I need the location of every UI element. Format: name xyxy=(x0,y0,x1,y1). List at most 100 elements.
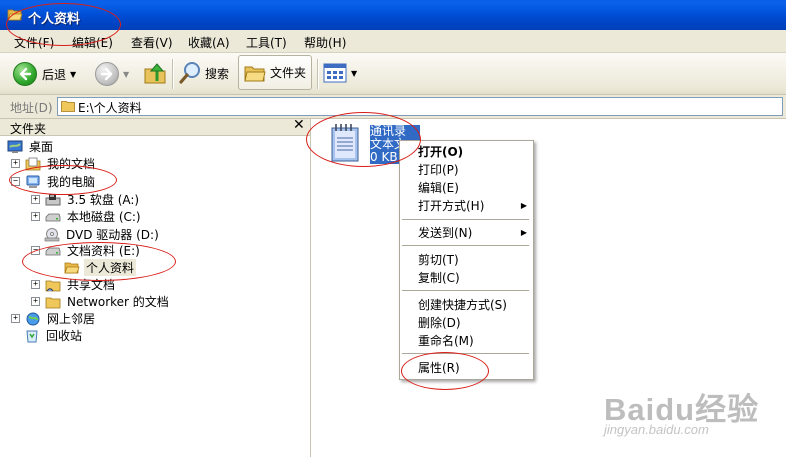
expand-icon[interactable]: + xyxy=(31,297,40,306)
address-bar: 地址(D) E:\个人资料 xyxy=(0,95,786,119)
collapse-icon[interactable]: − xyxy=(11,177,20,186)
menu-edit[interactable]: 编辑(E) xyxy=(72,34,113,51)
collapse-icon[interactable]: − xyxy=(31,246,40,255)
views-button[interactable]: ▼ xyxy=(323,63,357,83)
back-arrow-icon xyxy=(13,62,37,86)
context-menu: 打开(O) 打印(P) 编辑(E) 打开方式(H) ▶ 发送到(N) ▶ 剪切(… xyxy=(399,140,534,380)
tree-label: DVD 驱动器 (D:) xyxy=(66,228,159,242)
tree-label: Networker 的文档 xyxy=(67,295,169,309)
my-documents-icon xyxy=(25,157,41,170)
folder-pane-header: 文件夹 ✕ xyxy=(0,117,310,136)
up-folder-button[interactable] xyxy=(143,61,167,85)
submenu-arrow-icon: ▶ xyxy=(520,201,527,210)
tree-label: 共享文档 xyxy=(67,278,116,292)
forward-dropdown-icon[interactable]: ▼ xyxy=(123,70,129,79)
views-dropdown-icon[interactable]: ▼ xyxy=(351,69,357,78)
tree-label: 回收站 xyxy=(46,329,83,343)
hard-drive-icon xyxy=(45,213,61,221)
computer-icon xyxy=(26,175,40,188)
folders-label: 文件夹 xyxy=(270,66,307,80)
expand-icon[interactable]: + xyxy=(31,280,40,289)
menu-file[interactable]: 文件(F) xyxy=(14,34,54,51)
menu-item-properties[interactable]: 属性(R) xyxy=(418,360,460,376)
shared-folder-icon xyxy=(45,280,61,291)
menu-item-send-to[interactable]: 发送到(N) xyxy=(418,225,472,241)
expand-icon[interactable]: + xyxy=(11,314,20,323)
menu-bar: 文件(F) 编辑(E) 查看(V) 收藏(A) 工具(T) 帮助(H) xyxy=(0,30,786,53)
menu-separator xyxy=(402,290,529,291)
tree-item-desktop[interactable]: 桌面 xyxy=(7,138,55,155)
menu-item-print[interactable]: 打印(P) xyxy=(418,162,459,178)
expand-icon[interactable]: + xyxy=(31,195,40,204)
tree-label: 本地磁盘 (C:) xyxy=(67,210,141,224)
notepad-file-icon[interactable] xyxy=(329,123,361,163)
folder-icon xyxy=(45,297,61,308)
forward-button[interactable]: ▼ xyxy=(95,62,129,86)
folder-open-icon xyxy=(7,9,23,21)
menu-tools[interactable]: 工具(T) xyxy=(246,34,287,51)
search-button[interactable]: 搜索 xyxy=(178,61,229,85)
submenu-arrow-icon: ▶ xyxy=(520,228,527,237)
tree-item-network-places[interactable]: + 网上邻居 xyxy=(11,310,97,327)
toolbar-separator xyxy=(172,59,174,89)
back-label: 后退 xyxy=(42,67,67,82)
menu-favorites[interactable]: 收藏(A) xyxy=(188,34,230,51)
tree-item-drive-e[interactable]: − 文档资料 (E:) xyxy=(31,242,142,259)
views-grid-icon xyxy=(323,63,347,83)
window-title: 个人资料 xyxy=(28,12,81,27)
folder-icon xyxy=(244,66,266,81)
tree-label: 3.5 软盘 (A:) xyxy=(67,193,140,207)
tree-label: 个人资料 xyxy=(84,259,137,276)
dvd-drive-icon xyxy=(44,227,60,241)
tree-item-my-documents[interactable]: + 我的文档 xyxy=(11,155,97,172)
tree-label: 桌面 xyxy=(29,140,54,154)
tree-item-dvd-drive[interactable]: DVD 驱动器 (D:) xyxy=(44,226,161,243)
title-bar[interactable]: 个人资料 xyxy=(0,0,786,30)
tree-item-networker-documents[interactable]: + Networker 的文档 xyxy=(31,293,171,310)
forward-arrow-icon xyxy=(95,62,119,86)
close-icon[interactable]: ✕ xyxy=(293,117,305,133)
tree-item-my-computer[interactable]: − 我的电脑 xyxy=(11,173,97,190)
expand-icon[interactable]: + xyxy=(31,212,40,221)
network-globe-icon xyxy=(26,312,40,325)
watermark-url: jingyan.baidu.com xyxy=(604,422,709,437)
tree-item-recycle-bin[interactable]: 回收站 xyxy=(24,327,84,344)
expand-icon[interactable]: + xyxy=(11,159,20,168)
menu-view[interactable]: 查看(V) xyxy=(131,34,173,51)
address-input[interactable]: E:\个人资料 xyxy=(57,97,783,116)
folder-open-icon xyxy=(64,262,80,273)
tree-label: 我的文档 xyxy=(47,157,96,171)
back-button[interactable]: 后退 ▼ xyxy=(13,62,76,86)
search-icon xyxy=(179,62,200,84)
hard-drive-icon xyxy=(45,247,61,255)
tree-item-floppy[interactable]: + 3.5 软盘 (A:) xyxy=(31,191,141,208)
tree-item-shared-documents[interactable]: + 共享文档 xyxy=(31,276,117,293)
tree-label: 网上邻居 xyxy=(47,312,96,326)
up-folder-icon xyxy=(144,63,166,84)
back-dropdown-icon[interactable]: ▼ xyxy=(70,70,76,79)
tree-item-personal-data[interactable]: 个人资料 xyxy=(64,259,137,276)
menu-help[interactable]: 帮助(H) xyxy=(304,34,346,51)
menu-separator xyxy=(402,353,529,354)
recycle-bin-icon xyxy=(26,330,38,342)
desktop-icon xyxy=(7,140,23,153)
baidu-watermark: Baidu经验 jingyan.baidu.com xyxy=(604,384,784,454)
search-label: 搜索 xyxy=(205,66,230,81)
floppy-drive-icon xyxy=(45,193,61,205)
folder-tree-pane: 文件夹 ✕ 桌面 + 我的文档 − 我的电脑 + 3.5 软盘 (A:) + 本… xyxy=(0,117,311,457)
folder-pane-title: 文件夹 xyxy=(10,122,47,136)
menu-item-copy[interactable]: 复制(C) xyxy=(418,270,460,286)
menu-separator xyxy=(402,245,529,246)
menu-item-open[interactable]: 打开(O) xyxy=(418,144,463,160)
tree-item-local-disk-c[interactable]: + 本地磁盘 (C:) xyxy=(31,208,143,225)
tree-label: 我的电脑 xyxy=(47,175,96,189)
menu-item-rename[interactable]: 重命名(M) xyxy=(418,333,474,349)
menu-item-delete[interactable]: 删除(D) xyxy=(418,315,461,331)
menu-item-create-shortcut[interactable]: 创建快捷方式(S) xyxy=(418,297,507,313)
menu-item-open-with[interactable]: 打开方式(H) xyxy=(418,198,484,214)
folders-button[interactable]: 文件夹 xyxy=(238,55,312,90)
menu-item-cut[interactable]: 剪切(T) xyxy=(418,252,459,268)
folder-icon xyxy=(61,101,75,112)
toolbar: 后退 ▼ ▼ 搜索 文件夹 ▼ xyxy=(0,53,786,95)
menu-item-edit[interactable]: 编辑(E) xyxy=(418,180,459,196)
